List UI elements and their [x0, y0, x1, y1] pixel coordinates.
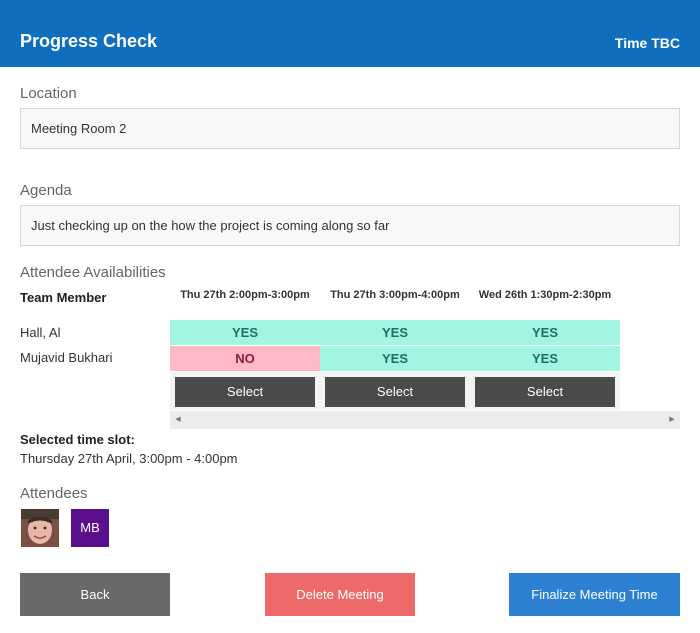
scroll-left-icon[interactable]: ◀	[172, 411, 184, 429]
horizontal-scrollbar[interactable]: ◀ ▶	[170, 411, 680, 429]
meeting-time-status: Time TBC	[614, 35, 680, 51]
team-member-header: Team Member	[20, 290, 107, 305]
slot-header-1: Thu 27th 2:00pm-3:00pm	[180, 289, 310, 301]
member-name: Mujavid Bukhari	[20, 350, 113, 365]
slot-header-3: Wed 26th 1:30pm-2:30pm	[478, 289, 612, 301]
availability-cell: YES	[320, 320, 470, 345]
slot-header-2: Thu 27th 3:00pm-4:00pm	[330, 289, 460, 301]
select-slot-3-button[interactable]: Select	[475, 377, 615, 407]
app-header: Progress Check Time TBC	[0, 0, 700, 67]
select-slot-1-button[interactable]: Select	[175, 377, 315, 407]
attendees-label: Attendees	[20, 485, 88, 502]
page-title: Progress Check	[20, 31, 158, 51]
availability-cell: YES	[320, 346, 470, 371]
availability-cell: YES	[470, 320, 620, 345]
avatar: MB	[71, 509, 109, 547]
delete-meeting-button[interactable]: Delete Meeting	[265, 573, 415, 616]
location-field[interactable]: Meeting Room 2	[20, 108, 680, 149]
finalize-meeting-time-button[interactable]: Finalize Meeting Time	[509, 573, 680, 616]
avatar	[21, 509, 59, 547]
availability-cell: YES	[470, 346, 620, 371]
agenda-field[interactable]: Just checking up on the how the project …	[20, 205, 680, 246]
member-name: Hall, Al	[20, 325, 61, 340]
availability-cell: NO	[170, 346, 320, 371]
select-slot-2-button[interactable]: Select	[325, 377, 465, 407]
availability-cell: YES	[170, 320, 320, 345]
back-button[interactable]: Back	[20, 573, 170, 616]
location-label: Location	[20, 85, 77, 102]
scroll-right-icon[interactable]: ▶	[666, 411, 678, 429]
selected-slot-label: Selected time slot:	[20, 432, 135, 447]
availability-title: Attendee Availabilities	[20, 264, 166, 281]
agenda-label: Agenda	[20, 182, 72, 199]
selected-slot-value: Thursday 27th April, 3:00pm - 4:00pm	[20, 451, 238, 466]
